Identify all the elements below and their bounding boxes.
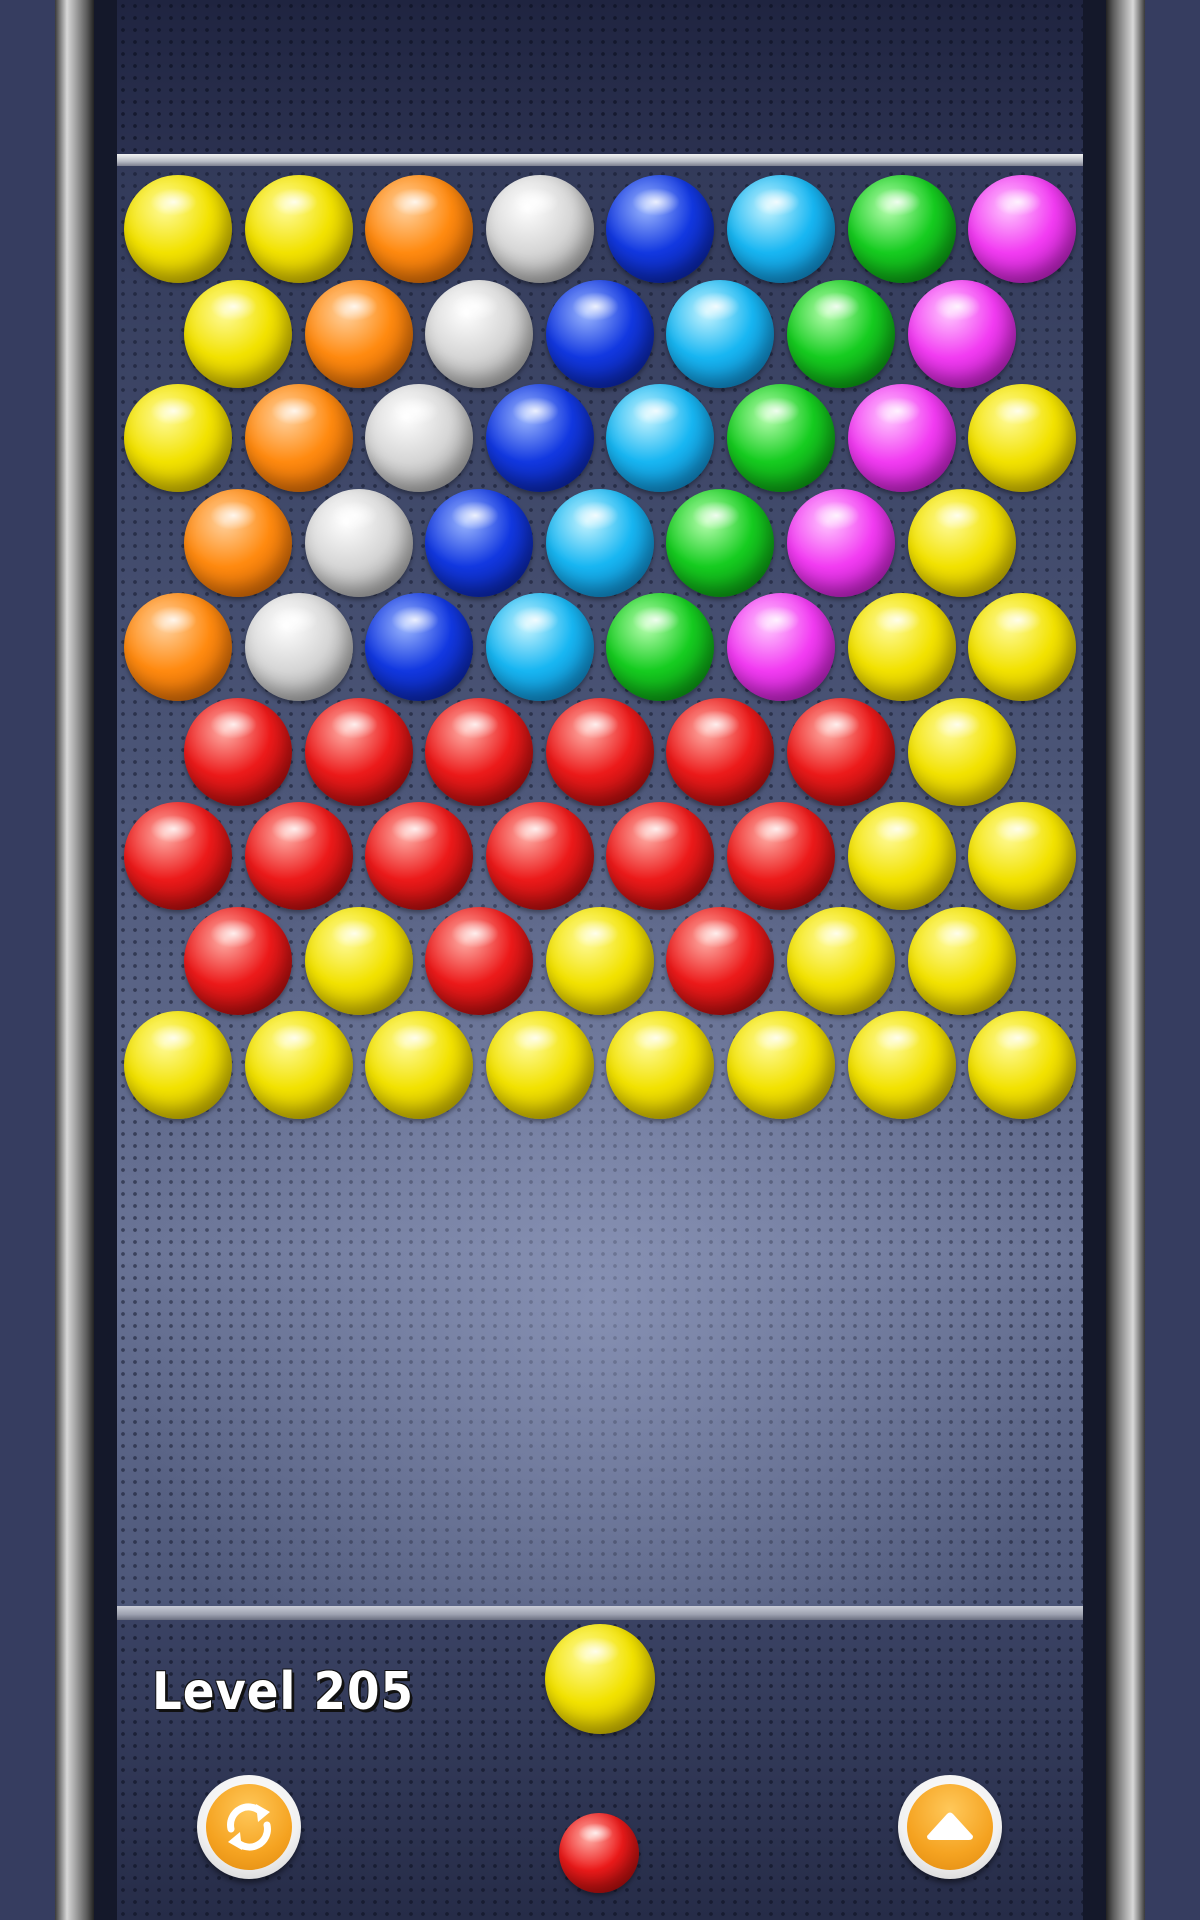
bubble-red: [485, 802, 594, 910]
bubble-yellow: [968, 384, 1077, 492]
bubble-cyan: [545, 488, 654, 597]
bubble-cyan: [727, 175, 835, 283]
bubble-magenta: [727, 593, 835, 701]
bubble-yellow: [365, 1011, 474, 1119]
bubble-yellow: [968, 802, 1077, 910]
bubble-yellow: [606, 1011, 715, 1119]
next-bubble[interactable]: [559, 1813, 639, 1893]
bubble-red: [304, 697, 413, 806]
left-rail-shadow: [94, 0, 118, 1920]
game-screen: Level 205: [0, 0, 1200, 1920]
bubble-orange: [304, 279, 413, 388]
bubble-yellow: [244, 1011, 353, 1119]
bubble-yellow: [124, 175, 232, 283]
bubble-yellow: [124, 1011, 232, 1119]
left-background: [0, 0, 60, 1920]
bubble-green: [847, 175, 956, 283]
bubble-yellow: [787, 906, 895, 1015]
bubble-red: [666, 697, 775, 806]
bubble-red: [365, 802, 474, 910]
deadline-bar: [117, 1606, 1083, 1620]
bubble-blue: [425, 488, 534, 597]
bubble-red: [425, 906, 534, 1015]
swap-button-face: [206, 1784, 292, 1870]
bubble-yellow: [907, 488, 1016, 597]
bubble-blue: [365, 593, 474, 701]
bubble-white: [304, 488, 413, 597]
bubble-yellow: [485, 1011, 594, 1119]
swap-button[interactable]: [197, 1775, 301, 1879]
bubble-orange: [124, 593, 232, 701]
bubble-red: [184, 697, 292, 806]
bubble-white: [244, 593, 353, 701]
bubble-green: [666, 488, 775, 597]
bubble-magenta: [968, 175, 1077, 283]
left-metal-rail: [55, 0, 95, 1920]
current-bubble[interactable]: [545, 1624, 655, 1734]
bubble-magenta: [907, 279, 1016, 388]
bubble-yellow: [545, 906, 654, 1015]
bubble-green: [606, 593, 715, 701]
bubble-cyan: [606, 384, 715, 492]
bubble-yellow: [907, 697, 1016, 806]
level-label: Level 205: [152, 1662, 414, 1722]
bubble-green: [787, 279, 895, 388]
bubble-yellow: [847, 593, 956, 701]
bubble-red: [124, 802, 232, 910]
swap-arrows-icon: [227, 1803, 271, 1851]
ceiling-bar: [117, 154, 1083, 166]
bubble-yellow: [968, 593, 1077, 701]
bubble-blue: [545, 279, 654, 388]
bubble-blue: [485, 384, 594, 492]
bubble-yellow: [124, 384, 232, 492]
bubble-white: [485, 175, 594, 283]
bubble-magenta: [787, 488, 895, 597]
right-rail-shadow: [1082, 0, 1106, 1920]
bubble-yellow: [847, 802, 956, 910]
bubble-orange: [365, 175, 474, 283]
bubble-red: [787, 697, 895, 806]
up-button-face: [907, 1784, 993, 1870]
bubble-red: [666, 906, 775, 1015]
bubble-cyan: [485, 593, 594, 701]
bubble-magenta: [847, 384, 956, 492]
bubble-white: [425, 279, 534, 388]
bubble-yellow: [847, 1011, 956, 1119]
bubble-red: [425, 697, 534, 806]
bubble-red: [727, 802, 835, 910]
bubble-yellow: [968, 1011, 1077, 1119]
bubble-red: [184, 906, 292, 1015]
right-background: [1140, 0, 1200, 1920]
top-ceiling-area: [117, 0, 1083, 155]
bubble-yellow: [907, 906, 1016, 1015]
bubble-yellow: [304, 906, 413, 1015]
bubble-orange: [244, 384, 353, 492]
bubble-yellow: [244, 175, 353, 283]
bubble-yellow: [184, 279, 292, 388]
bubble-cyan: [666, 279, 775, 388]
bubble-orange: [184, 488, 292, 597]
bubble-red: [606, 802, 715, 910]
bubble-yellow: [727, 1011, 835, 1119]
right-metal-rail: [1105, 0, 1145, 1920]
up-button[interactable]: [898, 1775, 1002, 1879]
arrow-up-icon: [927, 1812, 973, 1840]
bubble-green: [727, 384, 835, 492]
bubble-red: [244, 802, 353, 910]
bubble-white: [365, 384, 474, 492]
bubble-blue: [606, 175, 715, 283]
bubble-red: [545, 697, 654, 806]
